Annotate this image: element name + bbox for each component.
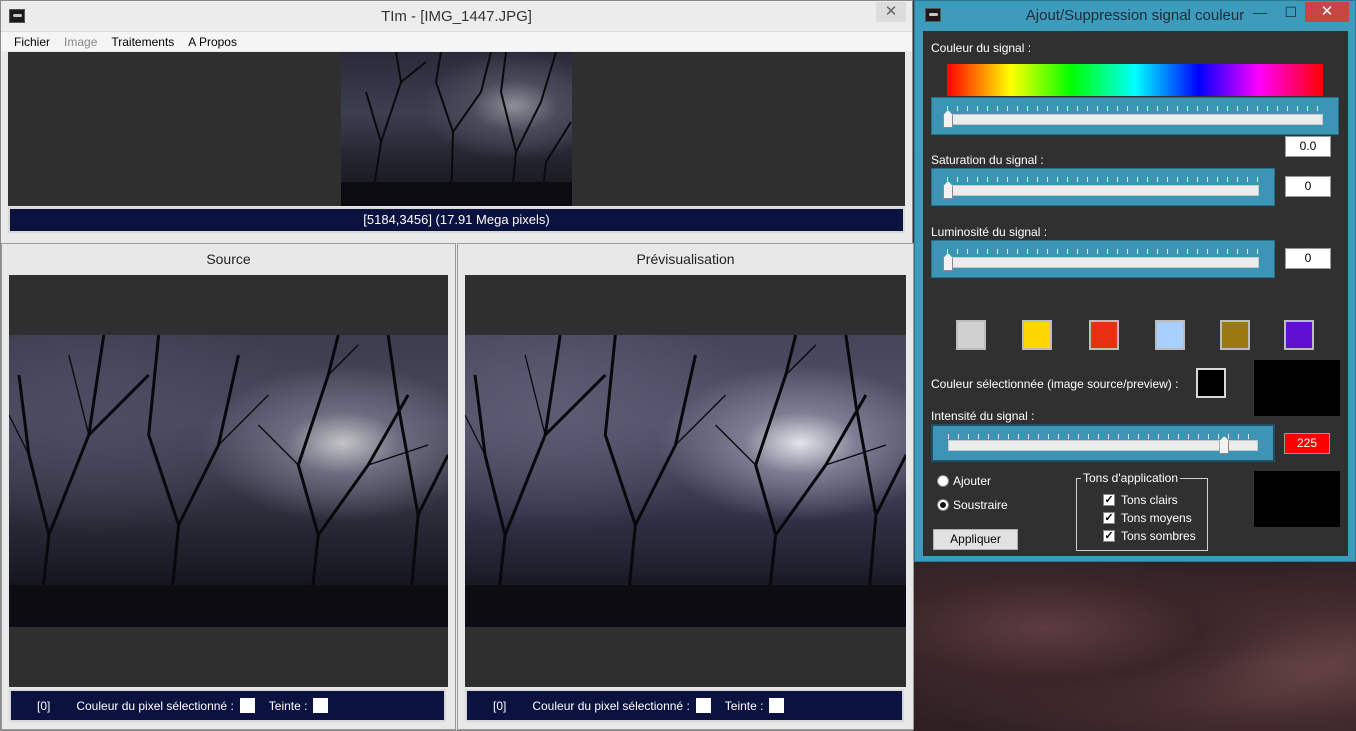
hue-spectrum-bar bbox=[947, 64, 1323, 96]
hue-slider-track[interactable] bbox=[947, 114, 1323, 125]
saturation-label: Saturation du signal : bbox=[931, 153, 1044, 167]
preview-pixel-color-swatch bbox=[695, 698, 711, 713]
intensity-label: Intensité du signal : bbox=[931, 409, 1035, 423]
preset-color-swatch[interactable] bbox=[1220, 320, 1250, 350]
menubar: Fichier Image Traitements A Propos bbox=[1, 31, 912, 51]
selected-color-preview bbox=[1254, 360, 1340, 416]
dialog-minimize-button[interactable]: — bbox=[1253, 4, 1267, 20]
intensity-slider-ticks bbox=[948, 434, 1258, 439]
main-titlebar[interactable]: TIm - [IMG_1447.JPG] ✕ bbox=[1, 1, 912, 31]
saturation-slider[interactable] bbox=[931, 168, 1275, 206]
preset-color-swatch[interactable] bbox=[1022, 320, 1052, 350]
luminosity-slider-ticks bbox=[947, 249, 1259, 254]
mode-subtract-label[interactable]: Soustraire bbox=[953, 498, 1008, 512]
intensity-slider[interactable] bbox=[931, 424, 1275, 462]
hue-slider-ticks bbox=[947, 106, 1323, 111]
preview-panel: Prévisualisation [0] Couleur du pixel sé… bbox=[457, 243, 914, 730]
hue-slider[interactable] bbox=[931, 97, 1339, 135]
source-pixel-color-label: Couleur du pixel sélectionné : bbox=[76, 698, 234, 713]
main-close-button[interactable]: ✕ bbox=[876, 2, 906, 22]
saturation-slider-ticks bbox=[947, 177, 1259, 182]
preview-index: [0] bbox=[493, 698, 507, 713]
preview-photo[interactable] bbox=[465, 335, 906, 627]
selected-color-swatch[interactable] bbox=[1196, 368, 1226, 398]
dialog-maximize-button[interactable]: ☐ bbox=[1284, 4, 1297, 21]
thumbnail-image[interactable] bbox=[341, 52, 572, 206]
mode-add-label[interactable]: Ajouter bbox=[953, 474, 991, 488]
source-photo[interactable] bbox=[9, 335, 448, 627]
luminosity-slider-track[interactable] bbox=[947, 257, 1259, 268]
tones-dark-checkbox[interactable]: ✓ bbox=[1103, 530, 1115, 542]
source-status-bar: [0] Couleur du pixel sélectionné : Teint… bbox=[9, 689, 446, 722]
hue-value-field[interactable]: 0.0 bbox=[1285, 136, 1331, 157]
luminosity-label: Luminosité du signal : bbox=[931, 225, 1048, 239]
main-window-title: TIm - [IMG_1447.JPG] bbox=[381, 8, 532, 25]
tones-light-checkbox[interactable]: ✓ bbox=[1103, 494, 1115, 506]
preview-image-view[interactable] bbox=[465, 275, 906, 687]
menu-a-propos[interactable]: A Propos bbox=[188, 35, 237, 49]
image-info-bar: [5184,3456] (17.91 Mega pixels) bbox=[8, 207, 905, 233]
preset-color-swatch[interactable] bbox=[1284, 320, 1314, 350]
hue-slider-thumb[interactable] bbox=[943, 110, 953, 128]
preset-color-swatch[interactable] bbox=[1155, 320, 1185, 350]
selected-color-label: Couleur sélectionnée (image source/previ… bbox=[931, 377, 1179, 391]
source-image-view[interactable] bbox=[9, 275, 448, 687]
signal-color-label: Couleur du signal : bbox=[931, 41, 1032, 55]
tones-group: Tons d'application ✓ Tons clairs ✓ Tons … bbox=[1076, 471, 1208, 551]
source-hue-label: Teinte : bbox=[268, 698, 308, 713]
dialog-body: Couleur du signal : 0.0 Saturation du si… bbox=[923, 31, 1348, 556]
menu-fichier[interactable]: Fichier bbox=[14, 35, 50, 49]
preview-hue-label: Teinte : bbox=[724, 698, 764, 713]
tones-dark-label[interactable]: Tons sombres bbox=[1121, 529, 1196, 543]
preview-pixel-color-label: Couleur du pixel sélectionné : bbox=[532, 698, 690, 713]
tones-group-label: Tons d'application bbox=[1081, 471, 1181, 485]
luminosity-slider-thumb[interactable] bbox=[943, 253, 953, 271]
result-color-preview bbox=[1254, 471, 1340, 527]
luminosity-value-field[interactable]: 0 bbox=[1285, 248, 1331, 269]
preview-panel-title: Prévisualisation bbox=[636, 251, 735, 267]
tones-medium-label[interactable]: Tons moyens bbox=[1121, 511, 1192, 525]
source-panel-title: Source bbox=[206, 251, 251, 267]
thumbnail-area bbox=[8, 52, 905, 206]
dialog-close-button[interactable]: ✕ bbox=[1305, 2, 1349, 22]
tones-medium-checkbox[interactable]: ✓ bbox=[1103, 512, 1115, 524]
saturation-slider-track[interactable] bbox=[947, 185, 1259, 196]
apply-button[interactable]: Appliquer bbox=[933, 529, 1018, 550]
saturation-value-field[interactable]: 0 bbox=[1285, 176, 1331, 197]
source-pixel-color-swatch bbox=[239, 698, 255, 713]
mode-add-radio[interactable] bbox=[937, 475, 949, 487]
saturation-slider-thumb[interactable] bbox=[943, 181, 953, 199]
tones-light-label[interactable]: Tons clairs bbox=[1121, 493, 1178, 507]
intensity-value-field[interactable]: 225 bbox=[1284, 433, 1330, 454]
color-signal-dialog: Ajout/Suppression signal couleur — ☐ ✕ C… bbox=[914, 0, 1356, 562]
menu-traitements[interactable]: Traitements bbox=[111, 35, 174, 49]
mode-subtract-radio[interactable] bbox=[937, 499, 949, 511]
preset-color-swatch[interactable] bbox=[956, 320, 986, 350]
intensity-slider-track[interactable] bbox=[948, 440, 1258, 451]
source-panel: Source [0] Couleur du pixel sélectionné … bbox=[1, 243, 456, 730]
luminosity-slider[interactable] bbox=[931, 240, 1275, 278]
preview-hue-swatch bbox=[769, 698, 785, 713]
desktop-wallpaper-rock bbox=[913, 560, 1356, 731]
preset-color-swatch[interactable] bbox=[1089, 320, 1119, 350]
source-hue-swatch bbox=[313, 698, 329, 713]
main-window: TIm - [IMG_1447.JPG] ✕ Fichier Image Tra… bbox=[0, 0, 914, 731]
menu-image: Image bbox=[64, 34, 98, 49]
preview-status-bar: [0] Couleur du pixel sélectionné : Teint… bbox=[465, 689, 904, 722]
source-index: [0] bbox=[37, 698, 51, 713]
